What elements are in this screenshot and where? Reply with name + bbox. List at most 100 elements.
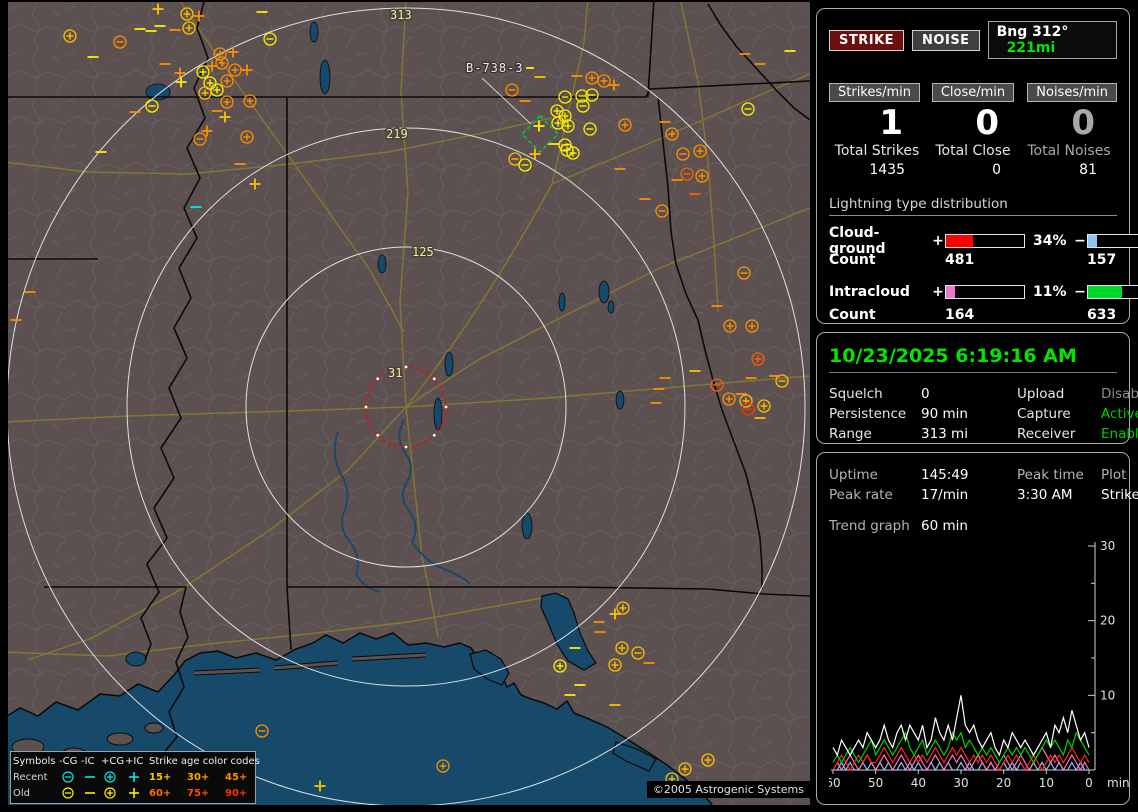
status-cell: Receiver [1017, 426, 1076, 442]
lightning-distribution: Lightning type distribution Cloud-ground… [829, 196, 1138, 326]
bearing-readout: Bng 312° 221mi [987, 21, 1117, 59]
ic-neg-bar [1087, 284, 1138, 299]
legend-col-header: -CG [59, 755, 78, 767]
status-row: Squelch 0 Upload Disabled [829, 384, 1138, 404]
cg-pos-count: 481 [945, 251, 975, 268]
status-cell: Persistence [829, 406, 907, 422]
noise-button[interactable]: NOISE [912, 29, 980, 51]
strikes-per-min-value: 1 [879, 103, 903, 143]
perf-cell: 145:49 [921, 467, 969, 483]
status-cell: Disabled [1101, 386, 1138, 402]
y-tick-label: 10 [1100, 688, 1115, 702]
performance-panel: Uptime 145:49 Peak time Plot Peak rate 17/min… [816, 452, 1138, 805]
close-per-min-value: 0 [975, 103, 999, 143]
cg-neg-count: 157 [1087, 251, 1117, 268]
strike-button[interactable]: STRIKE [829, 29, 905, 51]
status-cell: 0 [921, 386, 930, 402]
map-legend: Symbols -CG -IC +CG +IC Strike age color code… [10, 751, 260, 804]
status-rows: Squelch 0 Upload Disabled Persistence 90 min C… [829, 384, 1138, 444]
perf-row: Peak rate 17/min 3:30 AM Strike [829, 485, 1138, 505]
total-close-label: Total Close [935, 143, 1011, 160]
status-cell: Enabled [1101, 426, 1138, 442]
status-panel: 10/23/2025 6:19:16 AM Squelch 0 Upload Disa… [816, 332, 1138, 444]
legend-col-header: +CG [101, 755, 125, 767]
noises-per-min-value: 0 [1071, 103, 1095, 143]
legend-symbol-m [81, 770, 101, 784]
plus-sign: + [932, 233, 944, 250]
x-tick-label: 20 [996, 776, 1011, 790]
status-cell: Range [829, 426, 872, 442]
status-row: Persistence 90 min Capture Active [829, 404, 1138, 424]
close-per-min-header: Close/min [931, 83, 1015, 102]
trend-graph-label: Trend graph [829, 518, 910, 534]
legend-age-title: Strike age color codes [149, 755, 260, 767]
perf-row: Uptime 145:49 Peak time Plot [829, 465, 1126, 485]
legend-age-code: 90+ [225, 787, 248, 799]
status-cell: Active [1101, 406, 1138, 422]
count-label: Count [829, 306, 876, 323]
perf-cell: Peak time [1017, 467, 1084, 483]
y-tick-label: 30 [1100, 539, 1115, 553]
legend-symbol-cm [59, 770, 81, 784]
legend-row-label: Old [13, 787, 30, 799]
bearing-distance: 221mi [1006, 40, 1056, 56]
total-noises-value: 81 [1079, 162, 1097, 179]
noises-per-min-header: Noises/min [1027, 83, 1117, 102]
trend-series-red [832, 746, 1090, 772]
cg-pos-pct: 34% [1033, 233, 1067, 250]
datetime: 10/23/2025 6:19:16 AM [829, 345, 1077, 367]
bearing-label: Bng 312° [996, 24, 1069, 40]
cg-neg-bar [1087, 234, 1138, 249]
map[interactable]: 313 219 125 31 B-738-3 Symbols -CG -IC +CG +IC S… [8, 2, 810, 805]
app-window: 313 219 125 31 B-738-3 Symbols -CG -IC +CG +IC S… [0, 0, 1138, 812]
minus-sign: − [1074, 233, 1086, 250]
trend-graph-window: 60 min [921, 518, 968, 534]
trend-graph: 10 20 30 60 50 40 30 20 10 0 min [829, 539, 1129, 790]
intracloud-label: Intracloud [829, 283, 910, 300]
legend-symbol-cp [101, 786, 125, 800]
y-tick-label: 20 [1100, 614, 1115, 628]
legend-age-code: 75+ [187, 787, 210, 799]
copyright: ©2005 Astrogenic Systems [646, 781, 810, 798]
distribution-title: Lightning type distribution [829, 196, 1117, 217]
perf-cell: Peak rate [829, 487, 893, 503]
x-tick-label: 50 [868, 776, 883, 790]
aircraft-label: B-738-3 [466, 61, 524, 75]
x-tick-label: 60 [829, 776, 841, 790]
legend-symbol-p [125, 786, 149, 800]
trend-series-white [832, 695, 1090, 757]
perf-cell: Strike [1101, 487, 1138, 503]
ic-pos-bar [945, 284, 1025, 299]
legend-symbol-p [125, 770, 149, 784]
range-ring-label: 219 [386, 127, 408, 141]
strike-stats-panel: STRIKE NOISE Bng 312° 221mi Strikes/min … [816, 8, 1138, 326]
performance-rows: Uptime 145:49 Peak time Plot Peak rate 17/min… [829, 465, 1138, 505]
minus-sign: − [1074, 283, 1086, 300]
legend-title: Symbols [13, 755, 56, 767]
status-cell: Squelch [829, 386, 883, 402]
legend-age-code: 45+ [225, 771, 248, 783]
status-cell: Upload [1017, 386, 1065, 402]
x-axis-unit: min [1107, 776, 1129, 790]
ic-pos-count: 164 [945, 306, 975, 323]
total-strikes-label: Total Strikes [834, 143, 920, 160]
legend-symbol-m [81, 786, 101, 800]
total-close-value: 0 [992, 162, 1001, 179]
trend-series-pink [832, 746, 1090, 772]
perf-cell: Plot [1101, 467, 1127, 483]
perf-cell: Uptime [829, 467, 878, 483]
perf-cell: 3:30 AM [1017, 487, 1073, 503]
strikes-per-min-header: Strikes/min [829, 83, 921, 102]
count-label: Count [829, 251, 876, 268]
total-noises-label: Total Noises [1027, 143, 1111, 160]
legend-col-header: +IC [125, 755, 144, 767]
legend-age-code: 15+ [149, 771, 172, 783]
x-tick-label: 10 [1039, 776, 1054, 790]
map-canvas: 313 219 125 31 B-738-3 [8, 2, 810, 805]
status-cell: 90 min [921, 406, 968, 422]
legend-symbol-cm [59, 786, 81, 800]
cg-pos-bar [945, 234, 1025, 249]
status-cell: Capture [1017, 406, 1071, 422]
range-ring-label: 31 [388, 366, 402, 380]
legend-age-code: 60+ [149, 787, 172, 799]
